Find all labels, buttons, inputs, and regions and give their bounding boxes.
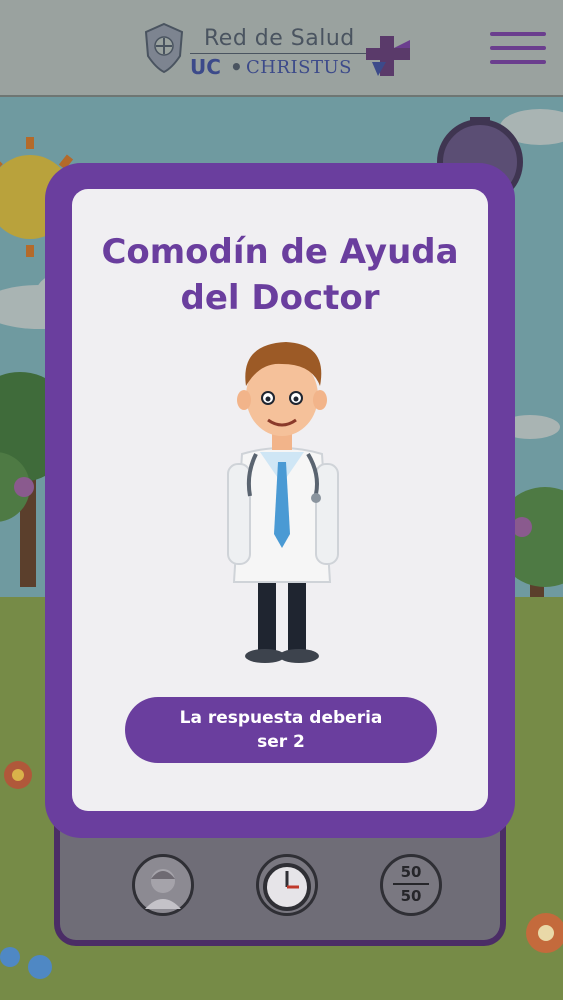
app-header: Red de Salud UC • CHRISTUS (0, 0, 563, 97)
logo-text-red-de-salud: Red de Salud (204, 26, 355, 51)
stopwatch-icon (263, 863, 311, 911)
logo-text-christus: CHRISTUS (246, 57, 352, 78)
doctor-avatar-icon (145, 869, 181, 909)
fifty-fifty-icon: 50 50 (383, 857, 439, 913)
doctor-lifeline-button[interactable] (132, 854, 194, 916)
hamburger-menu-icon (490, 32, 546, 36)
fraction-divider (393, 883, 429, 885)
red-de-salud-logo: Red de Salud UC • CHRISTUS (142, 20, 422, 80)
christus-cross-icon (366, 36, 410, 76)
fifty-top-label: 50 (400, 863, 422, 881)
logo-separator: • (230, 55, 243, 79)
timer-lifeline-button[interactable] (256, 854, 318, 916)
modal-title: Comodín de Ayuda del Doctor (101, 232, 459, 318)
doctor-answer-button[interactable]: La respuesta deberia ser 2 (125, 697, 437, 763)
logo-divider (190, 53, 366, 54)
doctor-help-modal: Comodín de Ayuda del Doctor La respuesta… (45, 163, 515, 838)
university-crest-icon (144, 22, 184, 74)
menu-button[interactable] (490, 30, 546, 70)
hamburger-menu-icon-bar (490, 60, 546, 64)
fifty-fifty-lifeline-button[interactable]: 50 50 (380, 854, 442, 916)
logo-text-uc: UC (190, 55, 221, 79)
fifty-bottom-label: 50 (400, 887, 422, 905)
doctor-icon (227, 342, 339, 663)
modal-card: Comodín de Ayuda del Doctor La respuesta… (72, 189, 488, 811)
hamburger-menu-icon-bar (490, 46, 546, 50)
